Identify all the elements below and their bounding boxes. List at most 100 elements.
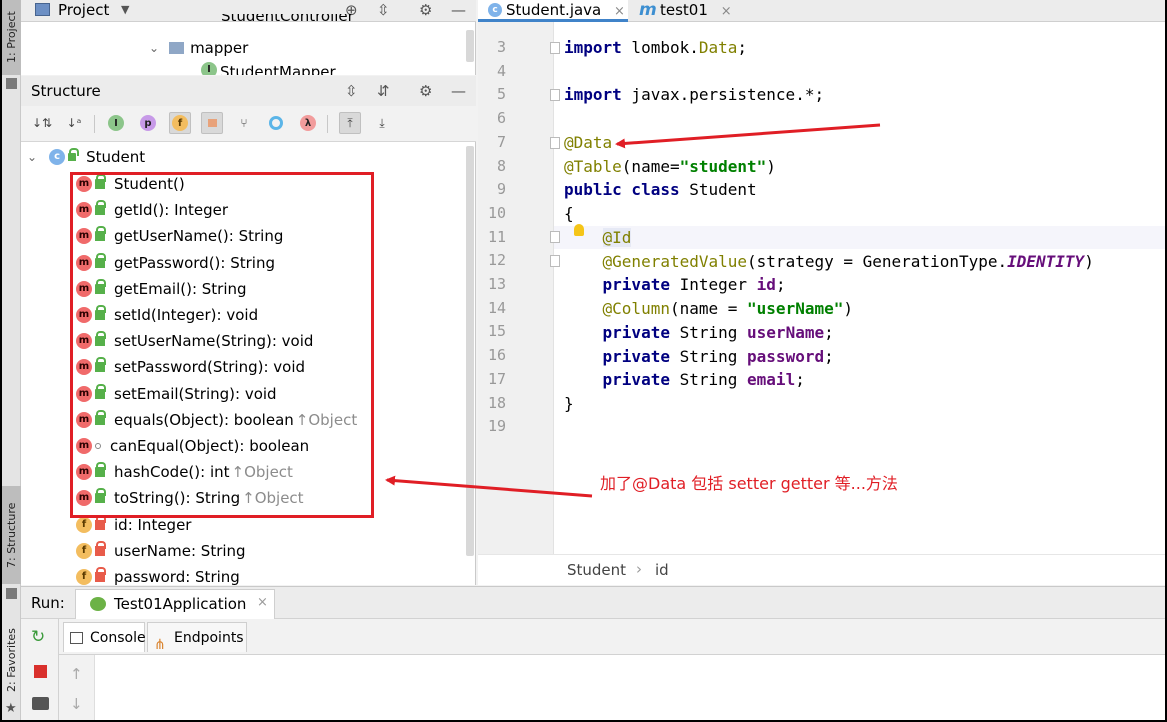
structure-field-item[interactable]: f userName: String — [76, 538, 246, 564]
breadcrumb-field[interactable]: id — [655, 561, 669, 579]
arrow-down-icon[interactable]: ↓ — [70, 695, 83, 713]
structure-method-item[interactable]: m setPassword(String): void — [76, 354, 305, 380]
code-line-10: { — [564, 204, 574, 223]
hierarchy-icon[interactable]: ⑂ — [233, 112, 255, 134]
sort-alphabetically-icon[interactable]: ↓ᵃ — [63, 112, 85, 134]
line-number: 7 — [496, 133, 506, 151]
project-panel: Project ▼ ⊕ ⇳ ⚙ — StudentController ⌄ ma… — [21, 0, 476, 75]
show-fields-icon[interactable]: f — [169, 112, 191, 134]
structure-field-item[interactable]: f id: Integer — [76, 512, 191, 538]
show-non-public-icon[interactable] — [201, 112, 223, 134]
member-label: setId(Integer): void — [114, 306, 259, 324]
close-icon[interactable]: × — [614, 4, 625, 19]
show-lambdas-icon[interactable]: λ — [297, 112, 319, 134]
tab-endpoints[interactable]: ⋔ Endpoints — [147, 622, 247, 653]
tree-file-studentmapper[interactable]: I StudentMapper — [201, 62, 336, 75]
line-number: 8 — [496, 157, 506, 175]
collapse-all-icon[interactable]: ⇵ — [377, 81, 390, 101]
public-icon — [95, 410, 106, 425]
line-number: 14 — [487, 299, 506, 317]
lock-open-icon — [68, 148, 80, 161]
sidebar-tab-favorites[interactable]: 2: Favorites — [2, 620, 21, 700]
structure-method-item[interactable]: m getPassword(): String — [76, 250, 275, 276]
breadcrumb: Student › id — [478, 554, 1165, 585]
member-label: setPassword(String): void — [114, 358, 306, 376]
structure-method-item[interactable]: m setId(Integer): void — [76, 302, 258, 328]
structure-method-item[interactable]: m getUserName(): String — [76, 223, 283, 249]
toolbar-separator — [327, 115, 328, 133]
fold-marker-icon[interactable] — [550, 137, 560, 149]
method-icon: m — [76, 386, 92, 402]
structure-method-item[interactable]: m Student() — [76, 171, 185, 197]
code-line-18: } — [564, 394, 574, 413]
ide-window: 1: Project 7: Structure 2: Favorites ★ P… — [2, 0, 1165, 720]
show-anonymous-icon[interactable] — [265, 112, 287, 134]
method-icon: m — [76, 255, 92, 271]
annotation-text: 加了@Data 包括 setter getter 等...方法 — [600, 474, 898, 493]
tree-folder-mapper[interactable]: ⌄ mapper — [149, 35, 248, 61]
chevron-down-icon[interactable]: ▼ — [121, 0, 129, 20]
method-icon: m — [76, 281, 92, 297]
sidebar-tab-project[interactable]: 1: Project — [2, 0, 21, 75]
tab-test01[interactable]: m test01 × — [630, 0, 738, 22]
structure-title: Structure — [31, 82, 101, 100]
minimize-icon[interactable]: — — [451, 0, 466, 20]
tree-root-student[interactable]: ⌄ c Student — [27, 144, 145, 170]
method-icon: m — [76, 438, 92, 454]
fold-marker-icon[interactable] — [550, 255, 560, 267]
fold-marker-icon[interactable] — [550, 231, 560, 243]
code-line-13: private Integer id; — [602, 275, 786, 294]
close-icon[interactable]: × — [721, 4, 732, 19]
tab-console[interactable]: Console — [63, 622, 146, 652]
project-scrollbar[interactable] — [466, 30, 474, 62]
fold-marker-icon[interactable] — [550, 42, 560, 54]
line-number: 15 — [487, 322, 506, 340]
console-gutter: ↑ ↓ — [59, 655, 95, 720]
sidebar-tab-structure[interactable]: 7: Structure — [2, 486, 21, 584]
show-inherited-icon[interactable]: I — [105, 112, 127, 134]
collapse-icon[interactable]: ⇳ — [377, 0, 390, 20]
run-config-tab[interactable]: Test01Application × — [75, 589, 275, 619]
minimize-icon[interactable]: — — [451, 81, 466, 101]
fold-marker-icon[interactable] — [550, 89, 560, 101]
maven-icon: m — [639, 0, 657, 20]
show-properties-icon[interactable]: p — [137, 112, 159, 134]
project-title[interactable]: Project — [58, 0, 109, 20]
chevron-right-icon: › — [636, 560, 642, 578]
camera-icon[interactable] — [32, 697, 49, 710]
structure-method-item[interactable]: m setUserName(String): void — [76, 328, 313, 354]
stop-icon[interactable] — [34, 665, 47, 678]
member-label: canEqual(Object): boolean — [110, 437, 310, 455]
code-line-3: import lombok.Data; — [564, 38, 748, 57]
structure-method-item[interactable]: m getId(): Integer — [76, 197, 228, 223]
structure-method-item[interactable]: m equals(Object): boolean ↑Object — [76, 407, 357, 433]
method-icon: m — [76, 464, 92, 480]
structure-method-item[interactable]: m canEqual(Object): boolean — [76, 433, 309, 459]
code-line-14: @Column(name = "userName") — [602, 299, 853, 318]
console-output[interactable]: ↑ ↓ — [59, 655, 1165, 720]
sort-by-visibility-icon[interactable]: ↓⇅ — [31, 112, 53, 134]
arrow-up-icon[interactable]: ↑ — [70, 665, 83, 683]
run-config-label: Test01Application — [114, 595, 247, 613]
structure-method-item[interactable]: m hashCode(): int ↑Object — [76, 459, 293, 485]
line-number: 3 — [496, 38, 506, 56]
structure-scrollbar[interactable] — [466, 146, 474, 556]
autoscroll-to-source-icon[interactable]: ⤒ — [339, 112, 361, 134]
member-label: getEmail(): String — [114, 280, 247, 298]
public-icon — [95, 279, 106, 294]
rerun-icon[interactable]: ↻ — [31, 627, 45, 647]
gear-icon[interactable]: ⚙ — [419, 81, 432, 101]
structure-method-item[interactable]: m setEmail(String): void — [76, 381, 277, 407]
close-icon[interactable]: × — [257, 595, 268, 610]
lock-icon — [95, 541, 106, 556]
run-label: Run: — [31, 594, 65, 612]
public-icon — [95, 462, 106, 477]
autoscroll-from-source-icon[interactable]: ⤓ — [371, 112, 393, 134]
run-panel-header: Run: Test01Application × — [21, 587, 1165, 619]
gear-icon[interactable]: ⚙ — [419, 0, 432, 20]
tab-student-java[interactable]: c Student.java × — [478, 0, 628, 22]
expand-all-icon[interactable]: ⇳ — [345, 81, 358, 101]
structure-method-item[interactable]: m toString(): String ↑Object — [76, 485, 304, 511]
structure-method-item[interactable]: m getEmail(): String — [76, 276, 247, 302]
breadcrumb-class[interactable]: Student — [567, 561, 626, 579]
